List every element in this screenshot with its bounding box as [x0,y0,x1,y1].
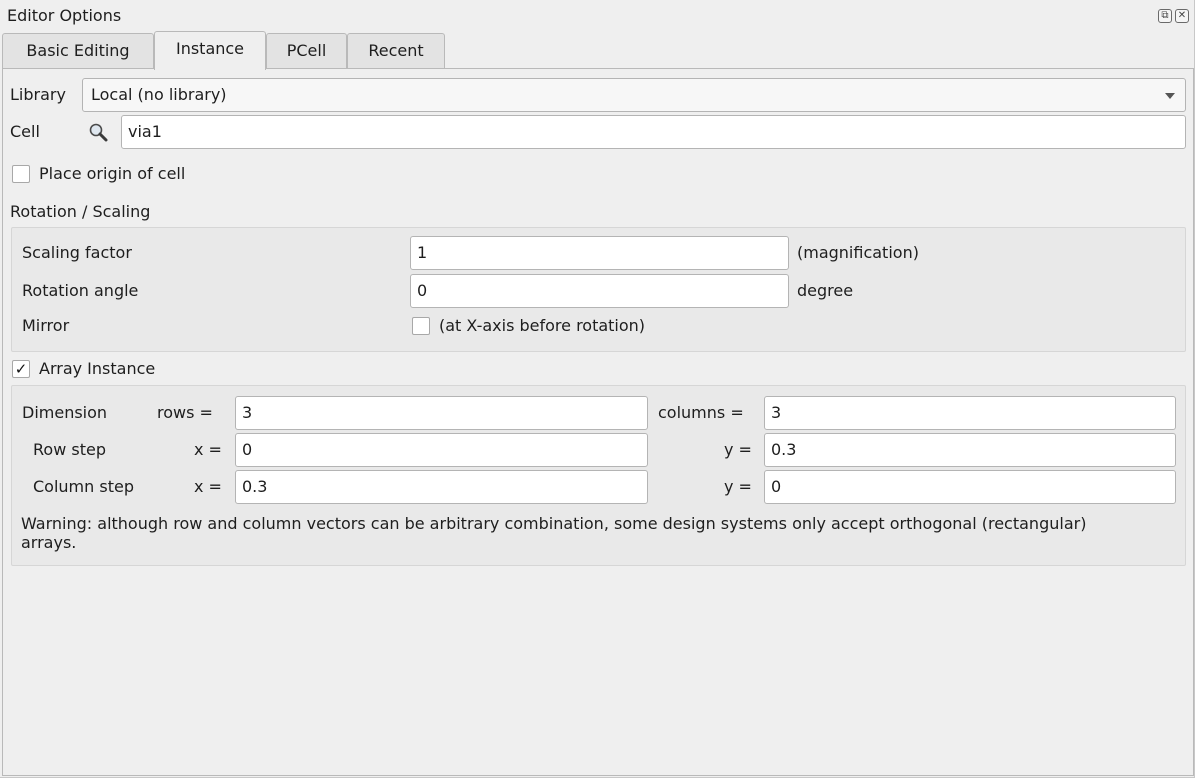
row-step-label: Row step [33,440,106,459]
row-step-y-input[interactable]: 0.3 [764,433,1176,467]
mirror-checkbox[interactable] [412,317,430,335]
window-title: Editor Options [7,6,122,25]
cell-label: Cell [10,122,40,141]
array-group: Dimension rows = 3 columns = 3 Row step … [11,385,1186,566]
library-value: Local (no library) [91,85,227,104]
scaling-factor-label: Scaling factor [22,243,132,262]
float-icon[interactable]: ⧉ [1158,9,1172,23]
column-step-x-label: x = [194,477,222,496]
rotation-angle-input[interactable]: 0 [410,274,789,308]
dimension-label: Dimension [22,403,108,422]
array-instance-label: Array Instance [39,359,156,378]
instance-pane: Library Local (no library) Cell via1 Pla… [2,68,1194,776]
mirror-description: (at X-axis before rotation) [439,316,646,335]
row-step-x-label: x = [194,440,222,459]
library-select[interactable]: Local (no library) [82,78,1186,112]
tab-pcell[interactable]: PCell [266,33,347,69]
editor-options-window: Editor Options ⧉ ✕ Basic Editing Instanc… [0,0,1195,778]
array-warning-text: Warning: although row and column vectors… [21,514,1087,552]
cell-input[interactable]: via1 [121,115,1186,149]
library-label: Library [10,85,66,104]
row-step-y-label: y = [724,440,752,459]
row-step-x-input[interactable]: 0 [235,433,648,467]
search-icon[interactable] [88,122,110,144]
scaling-factor-input[interactable]: 1 [410,236,789,270]
rows-label: rows = [157,403,213,422]
rotation-unit-label: degree [797,281,854,300]
mirror-label: Mirror [22,316,70,335]
tab-recent[interactable]: Recent [347,33,445,69]
columns-label: columns = [658,403,744,422]
title-bar: Editor Options ⧉ ✕ [0,0,1195,31]
scaling-unit-label: (magnification) [797,243,919,262]
rows-input[interactable]: 3 [235,396,648,430]
place-origin-label: Place origin of cell [39,164,186,183]
tab-basic-editing[interactable]: Basic Editing [2,33,154,69]
array-instance-checkbox[interactable]: ✓ [12,360,30,378]
column-step-y-input[interactable]: 0 [764,470,1176,504]
close-icon[interactable]: ✕ [1175,9,1189,23]
column-step-y-label: y = [724,477,752,496]
column-step-label: Column step [33,477,134,496]
column-step-x-input[interactable]: 0.3 [235,470,648,504]
chevron-down-icon [1165,93,1175,99]
tab-instance[interactable]: Instance [154,31,266,70]
rotation-angle-label: Rotation angle [22,281,139,300]
rotation-scaling-title: Rotation / Scaling [10,202,151,221]
rotation-scaling-group: Scaling factor 1 (magnification) Rotatio… [11,227,1186,352]
columns-input[interactable]: 3 [764,396,1176,430]
place-origin-checkbox[interactable] [12,165,30,183]
